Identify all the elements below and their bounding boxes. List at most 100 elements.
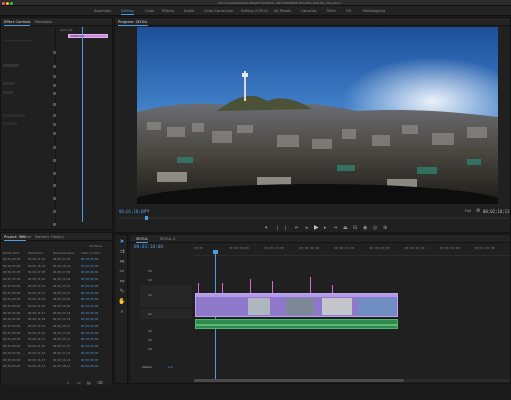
project-row[interactable]: 00;00;00;00 00;00;12;09 00;00;12;10 00;00;0… [1, 317, 112, 323]
audio-clip-a1[interactable] [195, 319, 398, 329]
column-header[interactable]: Media Start [3, 251, 19, 255]
project-row[interactable]: 00;00;00;00 00;00;19;29 00;00;20;00 00;00;0… [1, 297, 112, 303]
program-timecode[interactable]: 00;01;10;08 [119, 209, 146, 214]
track-header-v2[interactable]: V2 [140, 276, 192, 285]
keyframe-toggle-icon[interactable] [53, 51, 56, 54]
clip-marker[interactable] [198, 283, 199, 293]
effect-row-motion[interactable] [3, 40, 33, 44]
effect-row-scale[interactable] [3, 82, 15, 85]
project-row[interactable]: 00;00;00;00 00;00;14;03 00;00;14;04 00;00;0… [1, 277, 112, 283]
tab-sequence-seoul-2[interactable]: SEOUL 2 [160, 235, 175, 243]
marker-icon[interactable]: | [285, 225, 287, 231]
selection-tool-icon[interactable]: ➤ [118, 238, 126, 246]
mark-out-icon[interactable]: | [277, 225, 279, 231]
project-row[interactable]: 00;00;00;00 00;00;17;01 00;00;17;02 00;00;0… [1, 331, 112, 337]
zoom-tool-icon[interactable]: ⌕ [118, 308, 126, 316]
go-to-in-icon[interactable]: ⇤ [295, 225, 299, 231]
keyframe-toggle-icon[interactable] [53, 123, 56, 126]
camera-icon[interactable]: ◉ [363, 225, 367, 231]
track-header-a1[interactable]: A1 [140, 309, 192, 319]
keyframe-toggle-icon[interactable] [53, 84, 56, 87]
settings-icon[interactable]: ⊕ [383, 225, 387, 231]
timeline-timecode[interactable]: 00;01;10;08 [134, 245, 163, 250]
effect-row-rotation[interactable] [3, 91, 13, 94]
effect-row-opacity[interactable] [3, 114, 25, 117]
track-select-tool-icon[interactable]: ⇉ [118, 248, 126, 256]
tab-metadata[interactable]: Metadata [35, 18, 52, 26]
program-scrub-bar[interactable] [119, 217, 508, 219]
timeline-playhead-handle[interactable] [213, 250, 218, 254]
keyframe-toggle-icon[interactable] [53, 197, 56, 200]
keyframe-toggle-icon[interactable] [53, 65, 56, 68]
project-row[interactable]: 00;00;00;00 00;00;22;11 00;00;22;12 00;00;0… [1, 291, 112, 297]
project-row[interactable]: 00;00;00;00 00;00;25;17 00;00;25;18 00;00;0… [1, 311, 112, 317]
workspace-libraries[interactable]: Libraries [301, 6, 317, 16]
workspace-vr[interactable]: VR [346, 6, 351, 16]
clip-marker[interactable] [222, 283, 223, 293]
column-header[interactable]: Media Duration [53, 251, 74, 255]
play-icon[interactable]: ▶ [314, 224, 319, 231]
quality-select[interactable]: Full [465, 209, 471, 213]
clip-marker[interactable] [332, 285, 333, 293]
workspace-metalogging[interactable]: Metalogging [363, 6, 385, 16]
workspace-editing[interactable]: Editing [121, 6, 134, 16]
workspace-color[interactable]: Color [145, 6, 154, 16]
project-row[interactable]: 00;00;00;00 00;00;27;08 00;00;27;09 00;00;0… [1, 270, 112, 276]
workspace-assembly[interactable]: Assembly [94, 6, 111, 16]
wrench-icon[interactable]: ⚙ [476, 208, 480, 214]
keyframe-toggle-icon[interactable] [53, 75, 56, 78]
close-dot[interactable] [2, 1, 5, 5]
clip-marker[interactable] [310, 277, 311, 293]
workspace-effects[interactable]: Effects [162, 6, 174, 16]
tab-markers[interactable]: Markers [35, 233, 49, 241]
keyframe-toggle-icon[interactable] [53, 146, 56, 149]
keyframe-toggle-icon[interactable] [53, 210, 56, 213]
workspace-all-panels[interactable]: All Panels [274, 6, 291, 16]
effect-row-position[interactable] [3, 64, 19, 67]
tab-program[interactable]: Program: SEOUL [118, 18, 148, 26]
track-header-v3[interactable]: V3 [140, 267, 192, 276]
tab-effect-controls[interactable]: Effect Controls [4, 18, 31, 26]
workspace-color-correction[interactable]: Color Correction [204, 6, 233, 16]
ripple-edit-tool-icon[interactable]: ⇹ [118, 258, 126, 266]
video-clip-v1[interactable] [195, 293, 398, 317]
workspace-titles[interactable]: Titles [326, 6, 336, 16]
pen-tool-icon[interactable]: ✎ [118, 288, 126, 296]
effect-row-blend[interactable] [3, 122, 17, 125]
column-header[interactable]: Media End [28, 251, 43, 255]
workspace-audio[interactable]: Audio [184, 6, 194, 16]
track-header-master[interactable]: Master 0.0 [140, 363, 192, 372]
minimize-dot[interactable] [6, 1, 9, 5]
workspace-editing-cs55[interactable]: Editing (CS5.5) [241, 6, 268, 16]
project-row[interactable]: 00;00;00;00 00;00;29;22 00;00;29;23 00;00;0… [1, 324, 112, 330]
track-header-a2[interactable]: A2 [140, 327, 192, 336]
slip-tool-icon[interactable]: ⇔ [118, 278, 126, 286]
go-to-out-icon[interactable]: ⇥ [333, 225, 337, 231]
mini-clip-bar[interactable]: 1099.mp4 [68, 34, 108, 38]
keyframe-toggle-icon[interactable] [53, 132, 56, 135]
tab-history[interactable]: History [51, 233, 64, 241]
project-row[interactable]: 00;00;00;00 00;00;18;23 00;00;18;24 00;00;0… [1, 264, 112, 270]
track-header-a3[interactable]: A3 [140, 336, 192, 345]
mark-in-icon[interactable]: ▾ [265, 225, 268, 231]
zoom-select[interactable]: Fit [145, 209, 149, 213]
mini-playhead[interactable] [82, 27, 83, 222]
keyframe-toggle-icon[interactable] [53, 159, 56, 162]
keyframe-toggle-icon[interactable] [53, 223, 56, 226]
project-row[interactable]: 00;00;00;00 00;00;38;10 00;00;38;11 00;00;0… [1, 364, 112, 370]
project-row[interactable]: 00;00;00;00 00;00;33;15 00;00;33;16 00;00;0… [1, 284, 112, 290]
master-value[interactable]: 0.0 [168, 365, 173, 369]
keyframe-toggle-icon[interactable] [53, 184, 56, 187]
timeline-ruler[interactable]: 00;00 00;00;08;00 00;00;16;00 00;00;24;00 00… [194, 244, 510, 256]
zoom-dot[interactable] [10, 1, 13, 5]
keyframe-toggle-icon[interactable] [53, 114, 56, 117]
step-back-icon[interactable]: ◂ [305, 225, 308, 231]
project-row[interactable]: 00;00;00;00 00;00;31;18 00;00;31;19 00;00;0… [1, 351, 112, 357]
keyframe-toggle-icon[interactable] [53, 103, 56, 106]
clip-marker[interactable] [272, 281, 273, 293]
vr-video-icon[interactable]: ◎ [373, 225, 377, 231]
project-row[interactable]: 00;00;00;00 00;00;21;06 00;00;21;07 00;00;0… [1, 344, 112, 350]
extract-icon[interactable]: ⊟ [353, 225, 357, 231]
column-header[interactable]: Video In Point [81, 251, 100, 255]
project-row[interactable]: 00;00;00;00 00;00;36;05 00;00;36;06 00;00;0… [1, 304, 112, 310]
